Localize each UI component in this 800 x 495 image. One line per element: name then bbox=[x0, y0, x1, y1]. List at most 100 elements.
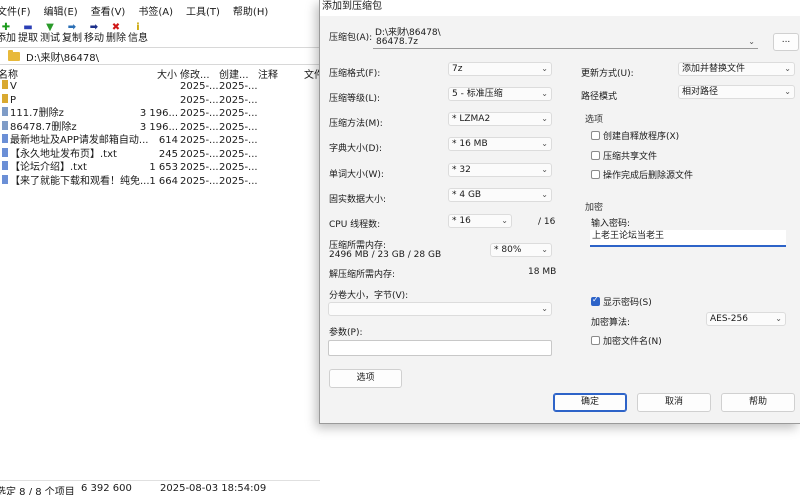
file-row[interactable]: V 2025-... 2025-... bbox=[0, 80, 320, 94]
folder-icon bbox=[8, 49, 20, 61]
path-mode-combo[interactable]: 相对路径 ⌄ bbox=[678, 85, 795, 99]
copy-icon: ➡ bbox=[67, 22, 77, 33]
toolbar-extract-button[interactable]: ▬ 提取 bbox=[18, 22, 38, 46]
delete-after-label: 操作完成后删除源文件 bbox=[603, 171, 694, 181]
memory-percent-combo[interactable]: * 80% ⌄ bbox=[490, 243, 552, 257]
format-combo[interactable]: 7z ⌄ bbox=[448, 62, 552, 76]
status-bar: 选定 8 / 8 个项目 6 392 600 2025-08-03 18:54:… bbox=[0, 480, 320, 495]
toolbar-delete-button[interactable]: ✖ 删除 bbox=[106, 22, 126, 46]
show-password-checkbox[interactable] bbox=[591, 295, 600, 306]
column-header-modified[interactable]: 修改... bbox=[180, 66, 210, 81]
file-name: 86478.7删除z bbox=[10, 121, 77, 133]
column-header-created[interactable]: 创建... bbox=[219, 66, 249, 81]
menu-help[interactable]: 帮助(H) bbox=[233, 3, 268, 18]
file-row[interactable]: 86478.7删除z 3 196... 2025-... 2025-... bbox=[0, 120, 320, 135]
folder-icon bbox=[2, 80, 8, 89]
dialog-body: 压缩包(A): D:\来财\86478\ 86478.7z ⌄ ... 压缩格式… bbox=[320, 16, 800, 424]
archive-name-value: 86478.7z bbox=[376, 37, 418, 47]
column-header-comment[interactable]: 注释 bbox=[258, 66, 278, 81]
toolbar-label: 添加 bbox=[0, 33, 16, 44]
split-size-combo[interactable]: ⌄ bbox=[328, 302, 552, 316]
encrypt-names-option[interactable]: 加密文件名(N) bbox=[591, 334, 662, 347]
cancel-button[interactable]: 取消 bbox=[637, 393, 711, 412]
toolbar-test-button[interactable]: ▼ 测试 bbox=[40, 22, 60, 46]
level-combo[interactable]: 5 - 标准压缩 ⌄ bbox=[448, 87, 552, 101]
solid-size-combo[interactable]: * 4 GB ⌄ bbox=[448, 188, 552, 202]
address-bar[interactable]: D:\来财\86478\ bbox=[0, 47, 320, 65]
file-size: 1 664 bbox=[149, 175, 178, 187]
cpu-threads-combo[interactable]: * 16 ⌄ bbox=[448, 214, 512, 228]
file-row[interactable]: 最新地址及APP请发邮箱自动... 614 2025-... 2025-... bbox=[0, 134, 320, 148]
file-row[interactable]: P 2025-... 2025-... bbox=[0, 93, 320, 108]
help-button[interactable]: 帮助 bbox=[721, 393, 795, 412]
decompress-memory-value: 18 MB bbox=[528, 267, 557, 277]
toolbar-add-button[interactable]: ✚ 添加 bbox=[0, 22, 16, 46]
column-headers: 名称 大小 修改... 创建... 注释 文件 bbox=[0, 66, 324, 81]
menu-tools[interactable]: 工具(T) bbox=[186, 3, 220, 18]
menu-bookmarks[interactable]: 书签(A) bbox=[138, 3, 173, 18]
shared-files-checkbox[interactable] bbox=[591, 151, 600, 160]
archive-icon bbox=[2, 107, 8, 116]
method-value: * LZMA2 bbox=[452, 114, 491, 124]
chevron-down-icon: ⌄ bbox=[541, 165, 548, 174]
file-created: 2025-... bbox=[219, 135, 257, 146]
file-row[interactable]: 111.7删除z 3 196... 2025-... 2025-... bbox=[0, 107, 320, 121]
delete-icon: ✖ bbox=[111, 22, 121, 33]
path-mode-value: 相对路径 bbox=[682, 87, 719, 97]
file-row[interactable]: 【论坛介绍】.txt 1 653 2025-... 2025-... bbox=[0, 161, 320, 175]
file-created: 2025-... bbox=[219, 175, 257, 187]
sfx-option[interactable]: 创建自释放程序(X) bbox=[591, 129, 679, 142]
file-name: 最新地址及APP请发邮箱自动... bbox=[10, 135, 149, 146]
update-mode-label: 更新方式(U): bbox=[581, 69, 634, 79]
encrypt-names-checkbox[interactable] bbox=[591, 336, 600, 345]
browse-button[interactable]: ... bbox=[773, 33, 799, 51]
file-row[interactable]: 【永久地址发布页】.txt 245 2025-... 2025-... bbox=[0, 147, 320, 162]
archive-name-combo[interactable]: 86478.7z ⌄ bbox=[373, 36, 758, 49]
word-size-value: * 32 bbox=[452, 165, 471, 175]
status-total-size: 6 392 600 bbox=[81, 483, 132, 494]
encryption-method-combo[interactable]: AES-256 ⌄ bbox=[706, 312, 786, 326]
menu-file[interactable]: 文件(F) bbox=[0, 3, 31, 18]
add-to-archive-dialog: 添加到压缩包 压缩包(A): D:\来财\86478\ 86478.7z ⌄ .… bbox=[319, 0, 800, 424]
shared-files-label: 压缩共享文件 bbox=[603, 152, 658, 162]
dialog-title: 添加到压缩包 bbox=[320, 0, 800, 16]
file-modified: 2025-... bbox=[180, 135, 218, 146]
toolbar-move-button[interactable]: ➡ 移动 bbox=[84, 22, 104, 46]
parameters-input[interactable] bbox=[328, 340, 552, 356]
file-row[interactable]: 【来了就能下载和观看！纯免... 1 664 2025-... 2025-... bbox=[0, 174, 320, 189]
file-modified: 2025-... bbox=[180, 94, 218, 106]
delete-after-option[interactable]: 操作完成后删除源文件 bbox=[591, 168, 693, 181]
toolbar-label: 删除 bbox=[106, 33, 126, 44]
shared-files-option[interactable]: 压缩共享文件 bbox=[591, 149, 657, 162]
chevron-down-icon: ⌄ bbox=[541, 304, 548, 313]
column-header-name[interactable]: 名称 bbox=[0, 66, 18, 81]
update-mode-combo[interactable]: 添加并替换文件 ⌄ bbox=[678, 62, 795, 76]
password-input[interactable]: 上老王论坛当老王 bbox=[590, 230, 786, 247]
file-size: 614 bbox=[158, 135, 178, 146]
options-button[interactable]: 选项 bbox=[329, 369, 402, 388]
show-password-option[interactable]: 显示密码(S) bbox=[591, 295, 652, 308]
ok-button[interactable]: 确定 bbox=[553, 393, 627, 412]
method-combo[interactable]: * LZMA2 ⌄ bbox=[448, 112, 552, 126]
file-name: 111.7删除z bbox=[10, 108, 64, 119]
sfx-checkbox[interactable] bbox=[591, 131, 600, 140]
dictionary-label: 字典大小(D): bbox=[329, 144, 382, 154]
file-name: P bbox=[10, 94, 17, 106]
word-size-combo[interactable]: * 32 ⌄ bbox=[448, 163, 552, 177]
file-name: V bbox=[10, 81, 17, 92]
extract-icon: ▬ bbox=[23, 22, 33, 33]
column-header-size[interactable]: 大小 bbox=[157, 66, 177, 81]
file-created: 2025-... bbox=[219, 108, 257, 119]
encrypt-names-label: 加密文件名(N) bbox=[603, 337, 662, 347]
text-file-icon bbox=[2, 134, 8, 143]
toolbar-label: 信息 bbox=[128, 33, 148, 44]
menu-edit[interactable]: 编辑(E) bbox=[44, 3, 78, 18]
menu-view[interactable]: 查看(V) bbox=[91, 3, 126, 18]
file-size: 1 653 bbox=[149, 162, 178, 173]
chevron-down-icon: ⌄ bbox=[784, 64, 791, 73]
delete-after-checkbox[interactable] bbox=[591, 170, 600, 179]
dictionary-combo[interactable]: * 16 MB ⌄ bbox=[448, 137, 552, 151]
toolbar-copy-button[interactable]: ➡ 复制 bbox=[62, 22, 82, 46]
add-icon: ✚ bbox=[1, 22, 11, 33]
toolbar-info-button[interactable]: i 信息 bbox=[128, 22, 148, 46]
